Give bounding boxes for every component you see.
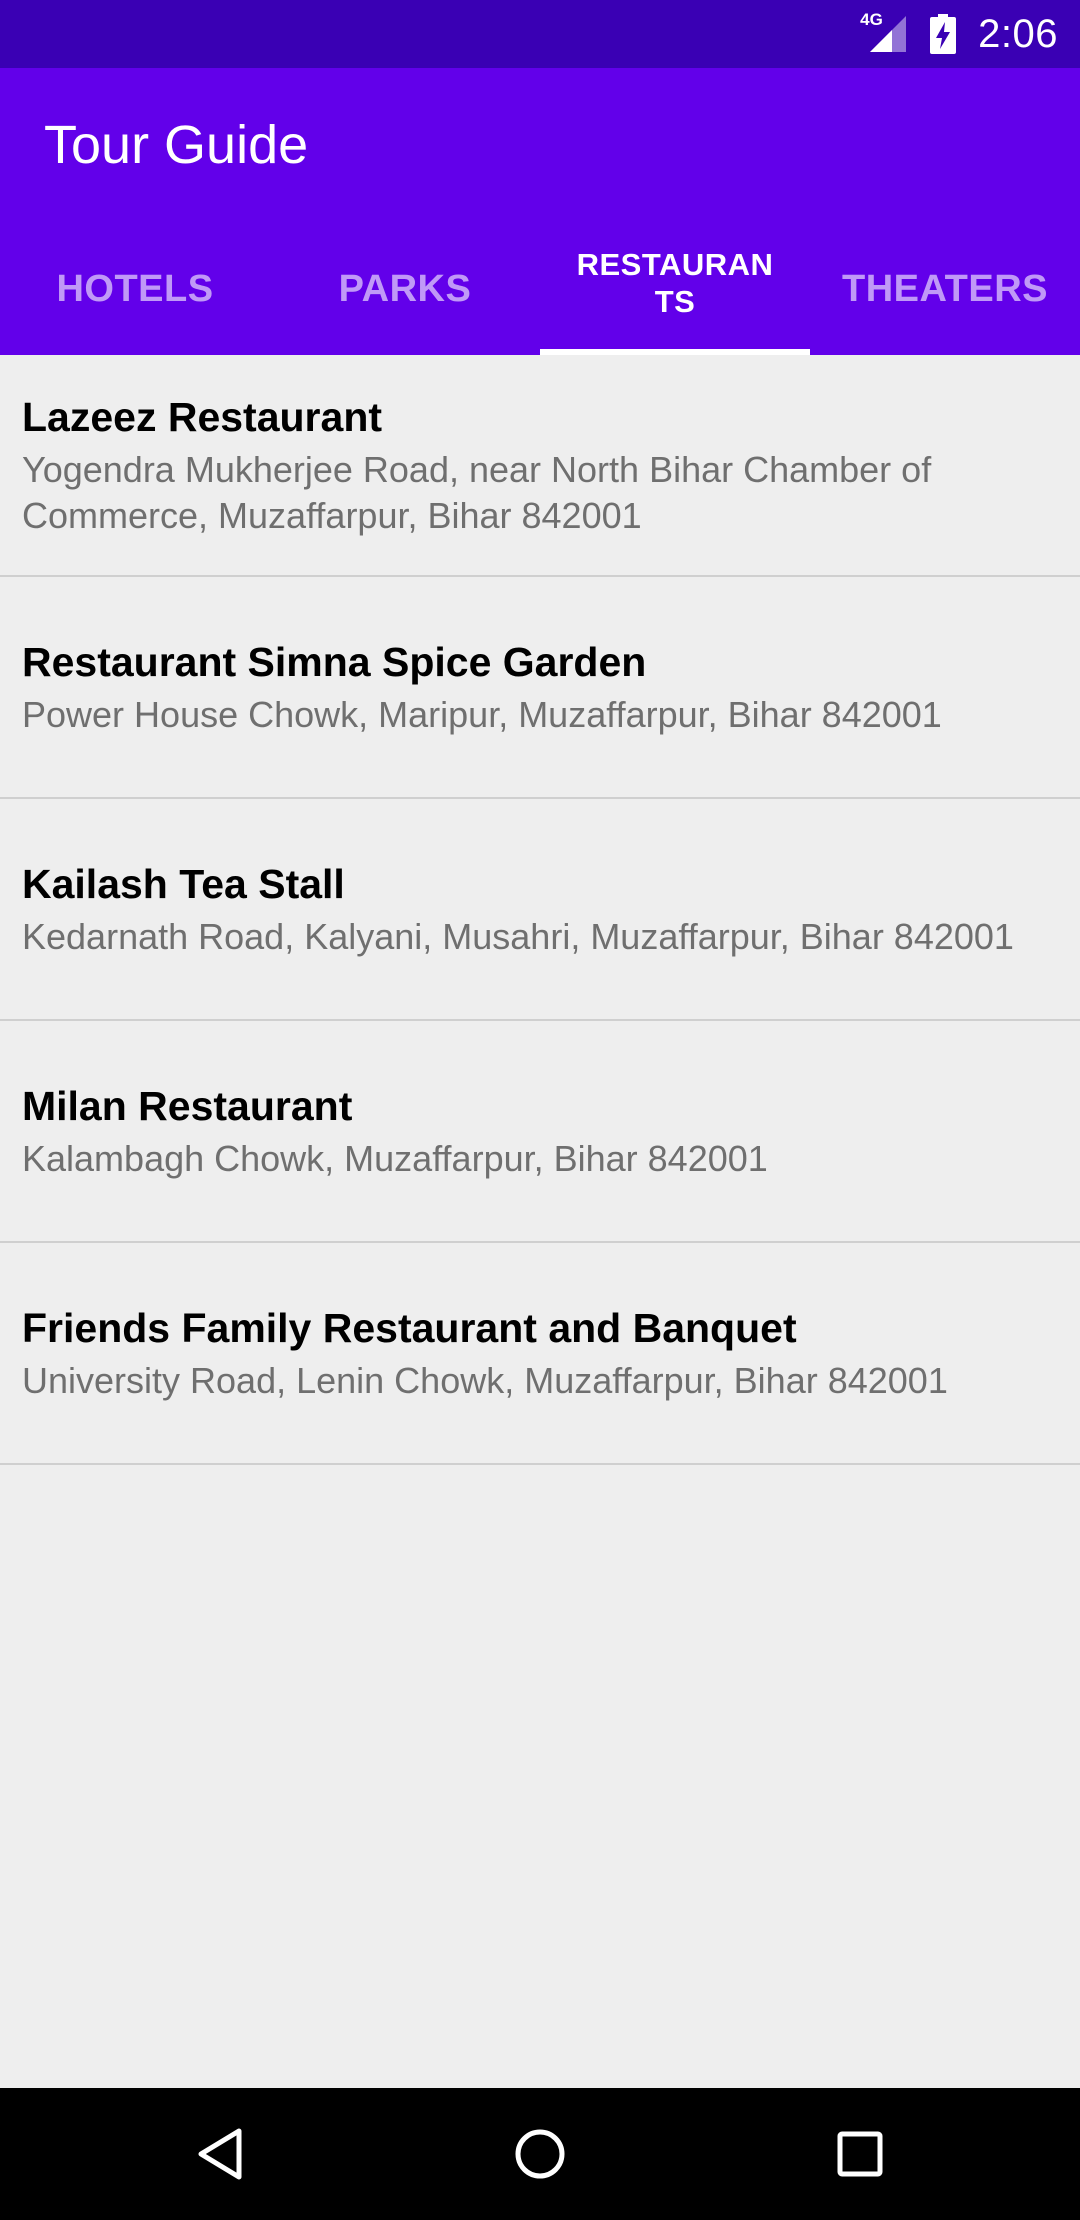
recents-icon[interactable] (780, 2088, 940, 2220)
restaurant-name: Restaurant Simna Spice Garden (22, 639, 647, 685)
battery-charging-icon (930, 14, 957, 54)
restaurant-name: Milan Restaurant (22, 1083, 353, 1129)
tab-bar: HOTELS PARKS RESTAURANTS THEATERS (0, 224, 1080, 355)
network-type-label: 4G (860, 10, 883, 29)
list-item[interactable]: Restaurant Simna Spice Garden Power Hous… (0, 577, 1080, 799)
clock-time: 2:06 (978, 11, 1058, 56)
list-item[interactable]: Friends Family Restaurant and Banquet Un… (0, 1243, 1080, 1465)
status-bar: 4G 2:06 (0, 0, 1080, 68)
list-item[interactable]: Lazeez Restaurant Yogendra Mukherjee Roa… (0, 355, 1080, 577)
restaurant-name: Friends Family Restaurant and Banquet (22, 1305, 797, 1351)
restaurant-list: Lazeez Restaurant Yogendra Mukherjee Roa… (0, 355, 1080, 1465)
tab-hotels[interactable]: HOTELS (0, 224, 270, 355)
restaurant-name: Kailash Tea Stall (22, 861, 345, 907)
back-icon[interactable] (140, 2088, 300, 2220)
tab-restaurants[interactable]: RESTAURANTS (540, 224, 810, 355)
restaurant-name: Lazeez Restaurant (22, 394, 383, 440)
tab-parks[interactable]: PARKS (270, 224, 540, 355)
signal-icon: 4G (860, 10, 908, 54)
navigation-bar (0, 2088, 1080, 2220)
restaurant-address: Kedarnath Road, Kalyani, Musahri, Muzaff… (22, 916, 1014, 957)
home-icon[interactable] (460, 2088, 620, 2220)
tab-label: THEATERS (842, 268, 1048, 310)
tab-label: RESTAURANTS (576, 246, 774, 319)
restaurant-address: University Road, Lenin Chowk, Muzaffarpu… (22, 1360, 948, 1401)
restaurant-address: Yogendra Mukherjee Road, near North Biha… (22, 449, 932, 536)
list-item[interactable]: Milan Restaurant Kalambagh Chowk, Muzaff… (0, 1021, 1080, 1243)
list-item[interactable]: Kailash Tea Stall Kedarnath Road, Kalyan… (0, 799, 1080, 1021)
restaurant-address: Kalambagh Chowk, Muzaffarpur, Bihar 8420… (22, 1138, 768, 1179)
app-title: Tour Guide (44, 115, 309, 175)
app-bar: Tour Guide (0, 68, 1080, 224)
tab-label: HOTELS (56, 268, 214, 310)
restaurant-address: Power House Chowk, Maripur, Muzaffarpur,… (22, 694, 942, 735)
tab-label: PARKS (338, 268, 472, 310)
app-screen: 4G 2:06 Tour Guide HOTELS PARKS RESTAURA… (0, 0, 1080, 2220)
tab-theaters[interactable]: THEATERS (810, 224, 1080, 355)
